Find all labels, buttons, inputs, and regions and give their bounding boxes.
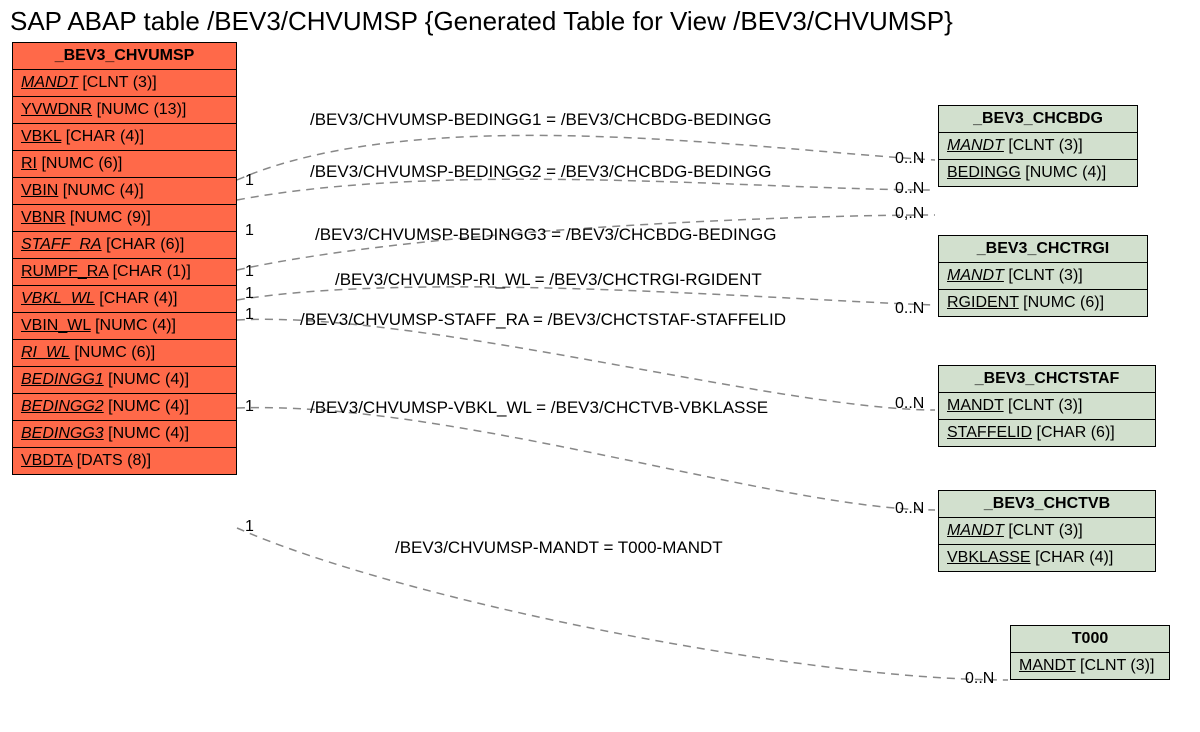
field-row: BEDINGG3 [NUMC (4)] (13, 421, 236, 448)
relation-label-r4: /BEV3/CHVUMSP-RI_WL = /BEV3/CHCTRGI-RGID… (335, 270, 762, 290)
cardinality-zn: 0..N (895, 500, 924, 518)
entity-bev3-chctstaf: _BEV3_CHCTSTAF MANDT [CLNT (3)] STAFFELI… (938, 365, 1156, 447)
field-row: BEDINGG1 [NUMC (4)] (13, 367, 236, 394)
field-row: VBKL_WL [CHAR (4)] (13, 286, 236, 313)
cardinality-one: 1 (245, 518, 254, 536)
field-row: RUMPF_RA [CHAR (1)] (13, 259, 236, 286)
cardinality-one: 1 (245, 172, 254, 190)
entity-bev3-chvumsp: _BEV3_CHVUMSP MANDT [CLNT (3)] YVWDNR [N… (12, 42, 237, 475)
field-row: VBNR [NUMC (9)] (13, 205, 236, 232)
entity-header: _BEV3_CHCTVB (939, 491, 1155, 518)
cardinality-one: 1 (245, 222, 254, 240)
field-row: MANDT [CLNT (3)] (939, 133, 1137, 160)
cardinality-zn: 0..N (895, 300, 924, 318)
entity-bev3-chctvb: _BEV3_CHCTVB MANDT [CLNT (3)] VBKLASSE [… (938, 490, 1156, 572)
field-row: VBIN_WL [NUMC (4)] (13, 313, 236, 340)
cardinality-one: 1 (245, 398, 254, 416)
field-row: VBKL [CHAR (4)] (13, 124, 236, 151)
relation-label-r6: /BEV3/CHVUMSP-VBKL_WL = /BEV3/CHCTVB-VBK… (310, 398, 768, 418)
field-row: MANDT [CLNT (3)] (939, 263, 1147, 290)
field-row: RI [NUMC (6)] (13, 151, 236, 178)
entity-header: T000 (1011, 626, 1169, 653)
field-row: MANDT [CLNT (3)] (939, 393, 1155, 420)
relation-label-r3: /BEV3/CHVUMSP-BEDINGG3 = /BEV3/CHCBDG-BE… (315, 225, 776, 245)
field-row: MANDT [CLNT (3)] (939, 518, 1155, 545)
field-row: STAFF_RA [CHAR (6)] (13, 232, 236, 259)
entity-t000: T000 MANDT [CLNT (3)] (1010, 625, 1170, 680)
cardinality-zn: 0..N (965, 670, 994, 688)
field-row: VBDTA [DATS (8)] (13, 448, 236, 474)
field-row: VBKLASSE [CHAR (4)] (939, 545, 1155, 571)
cardinality-one: 1 (245, 306, 254, 324)
cardinality-zndot: 0,.N (895, 205, 924, 223)
entity-bev3-chctrgi: _BEV3_CHCTRGI MANDT [CLNT (3)] RGIDENT [… (938, 235, 1148, 317)
field-row: RGIDENT [NUMC (6)] (939, 290, 1147, 316)
cardinality-zn: 0..N (895, 180, 924, 198)
cardinality-zn: 0..N (895, 395, 924, 413)
field-row: RI_WL [NUMC (6)] (13, 340, 236, 367)
cardinality-one: 1 (245, 263, 254, 281)
entity-header: _BEV3_CHCTRGI (939, 236, 1147, 263)
relation-label-r5: /BEV3/CHVUMSP-STAFF_RA = /BEV3/CHCTSTAF-… (300, 310, 786, 330)
diagram-title: SAP ABAP table /BEV3/CHVUMSP {Generated … (10, 6, 953, 37)
field-row: MANDT [CLNT (3)] (1011, 653, 1169, 679)
field-row: VBIN [NUMC (4)] (13, 178, 236, 205)
entity-bev3-chcbdg: _BEV3_CHCBDG MANDT [CLNT (3)] BEDINGG [N… (938, 105, 1138, 187)
field-row: MANDT [CLNT (3)] (13, 70, 236, 97)
relation-label-r7: /BEV3/CHVUMSP-MANDT = T000-MANDT (395, 538, 723, 558)
relation-label-r2: /BEV3/CHVUMSP-BEDINGG2 = /BEV3/CHCBDG-BE… (310, 162, 771, 182)
field-row: BEDINGG [NUMC (4)] (939, 160, 1137, 186)
field-row: BEDINGG2 [NUMC (4)] (13, 394, 236, 421)
cardinality-zn: 0..N (895, 150, 924, 168)
field-row: STAFFELID [CHAR (6)] (939, 420, 1155, 446)
entity-header: _BEV3_CHCBDG (939, 106, 1137, 133)
entity-header: _BEV3_CHVUMSP (13, 43, 236, 70)
relation-label-r1: /BEV3/CHVUMSP-BEDINGG1 = /BEV3/CHCBDG-BE… (310, 110, 771, 130)
entity-header: _BEV3_CHCTSTAF (939, 366, 1155, 393)
field-row: YVWDNR [NUMC (13)] (13, 97, 236, 124)
cardinality-one: 1 (245, 285, 254, 303)
